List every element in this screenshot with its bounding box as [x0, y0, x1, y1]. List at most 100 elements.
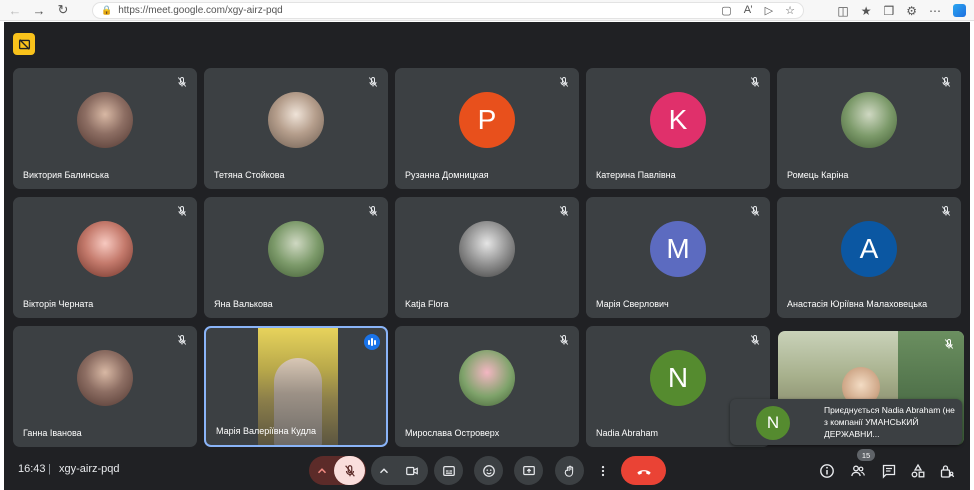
participant-tile[interactable]: Katja Flora: [395, 197, 579, 318]
chevron-up-icon[interactable]: [310, 456, 334, 485]
mic-off-icon: [367, 204, 379, 216]
participant-name: Мирослава Островерх: [405, 428, 500, 438]
mic-off-icon: [176, 75, 188, 87]
camera-toggle-button[interactable]: [396, 456, 427, 485]
reactions-button[interactable]: [474, 456, 503, 485]
meeting-code: xgy-airz-pqd: [59, 463, 120, 475]
recording-notice-icon[interactable]: [13, 33, 35, 55]
participant-name: Марія Сверлович: [596, 299, 669, 309]
participant-tile[interactable]: Мирослава Островерх: [395, 326, 579, 447]
more-options-icon[interactable]: [595, 456, 611, 485]
mic-off-icon: [558, 333, 570, 345]
avatar: [459, 221, 515, 277]
participant-name: Ромець Каріна: [787, 170, 849, 180]
meeting-time: 16:43: [18, 463, 46, 475]
participant-tile[interactable]: K Катерина Павлівна: [586, 68, 770, 189]
participant-tile-active-speaker[interactable]: Марія Валеріївна Кудла: [204, 326, 388, 447]
meet-window: Виктория Балинська Тетяна Стойкова P Руз…: [4, 22, 970, 490]
mic-off-icon: [367, 75, 379, 87]
toast-message: Приєднується Nadia Abraham (не з компані…: [824, 405, 955, 439]
read-aloud-icon[interactable]: A’: [744, 4, 753, 17]
info-icon[interactable]: [818, 462, 836, 480]
back-arrow-icon[interactable]: ←: [6, 1, 24, 19]
copilot-icon[interactable]: [953, 4, 966, 17]
lock-person-icon[interactable]: [938, 462, 956, 480]
raise-hand-button[interactable]: [555, 456, 584, 485]
split-screen-icon[interactable]: ◫: [837, 4, 848, 18]
mic-off-icon: [943, 337, 955, 349]
reload-icon[interactable]: ↻: [54, 1, 72, 19]
mic-off-icon: [558, 75, 570, 87]
avatar: K: [650, 92, 706, 148]
participant-name: Ганна Іванова: [23, 428, 82, 438]
toast-avatar: N: [756, 406, 790, 440]
participant-tile[interactable]: P Рузанна Домницкая: [395, 68, 579, 189]
separator: |: [48, 463, 51, 475]
avatar: [77, 221, 133, 277]
captions-button[interactable]: [434, 456, 463, 485]
mic-off-icon: [749, 75, 761, 87]
favorite-star-icon[interactable]: ☆: [785, 4, 795, 17]
activities-icon[interactable]: [909, 462, 927, 480]
participant-tile[interactable]: A Анастасія Юріївна Малаховецька: [777, 197, 961, 318]
app-available-icon[interactable]: ▷: [765, 4, 773, 17]
speaking-indicator-icon: [364, 334, 380, 350]
participant-tile[interactable]: Виктория Балинська: [13, 68, 197, 189]
mic-off-icon: [176, 333, 188, 345]
participants-count-badge: 15: [857, 449, 875, 461]
participant-name: Катерина Павлівна: [596, 170, 676, 180]
avatar: [77, 92, 133, 148]
participant-tile[interactable]: M Марія Сверлович: [586, 197, 770, 318]
mic-toggle-button[interactable]: [334, 456, 365, 485]
address-bar[interactable]: 🔒 https://meet.google.com/xgy-airz-pqd ▢…: [92, 2, 804, 19]
participant-name: Анастасія Юріївна Малаховецька: [787, 299, 928, 309]
url-text: https://meet.google.com/xgy-airz-pqd: [118, 5, 283, 16]
participant-tile[interactable]: Ромець Каріна: [777, 68, 961, 189]
mic-off-icon: [176, 204, 188, 216]
join-request-toast[interactable]: N Приєднується Nadia Abraham (не з компа…: [730, 399, 962, 445]
participant-name: Рузанна Домницкая: [405, 170, 489, 180]
collections-icon[interactable]: ❒: [883, 4, 894, 18]
participant-name: Виктория Балинська: [23, 170, 109, 180]
participant-tile[interactable]: Ганна Іванова: [13, 326, 197, 447]
people-icon[interactable]: [849, 462, 867, 480]
chat-icon[interactable]: [880, 462, 898, 480]
address-bar-icons: ▢ A’ ▷ ☆: [721, 4, 795, 17]
avatar: [459, 350, 515, 406]
avatar: [268, 221, 324, 277]
participant-tile[interactable]: Тетяна Стойкова: [204, 68, 388, 189]
extensions-icon[interactable]: ⚙: [906, 4, 917, 18]
more-menu-icon[interactable]: ⋯: [929, 4, 941, 18]
camera-control: [371, 456, 428, 485]
participant-name: Тетяна Стойкова: [214, 170, 285, 180]
avatar: M: [650, 221, 706, 277]
avatar: P: [459, 92, 515, 148]
mic-off-icon: [558, 204, 570, 216]
mic-off-icon: [940, 204, 952, 216]
participant-tile[interactable]: Вікторія Черната: [13, 197, 197, 318]
participant-name: Вікторія Черната: [23, 299, 94, 309]
mic-off-icon: [749, 204, 761, 216]
participant-name: Nadia Abraham: [596, 428, 659, 438]
participant-tile[interactable]: Яна Валькова: [204, 197, 388, 318]
avatar: [268, 92, 324, 148]
forward-arrow-icon[interactable]: →: [30, 1, 48, 19]
mic-off-icon: [940, 75, 952, 87]
mic-off-icon: [749, 333, 761, 345]
leave-call-button[interactable]: [621, 456, 666, 485]
browser-toolbar: ← → ↻ 🔒 https://meet.google.com/xgy-airz…: [0, 0, 974, 21]
browser-actions: ◫ ★ ❒ ⚙ ⋯: [837, 0, 966, 21]
camera-permission-icon[interactable]: ▢: [721, 4, 731, 17]
chevron-up-icon[interactable]: [372, 456, 396, 485]
participant-name: Марія Валеріївна Кудла: [216, 426, 316, 436]
avatar: N: [650, 350, 706, 406]
participant-name: Яна Валькова: [214, 299, 273, 309]
avatar: [77, 350, 133, 406]
favorites-icon[interactable]: ★: [861, 4, 872, 18]
present-screen-button[interactable]: [514, 456, 543, 485]
lock-icon: 🔒: [101, 5, 113, 15]
avatar: [841, 92, 897, 148]
participant-name: Katja Flora: [405, 299, 449, 309]
microphone-control: [309, 456, 366, 485]
avatar: A: [841, 221, 897, 277]
